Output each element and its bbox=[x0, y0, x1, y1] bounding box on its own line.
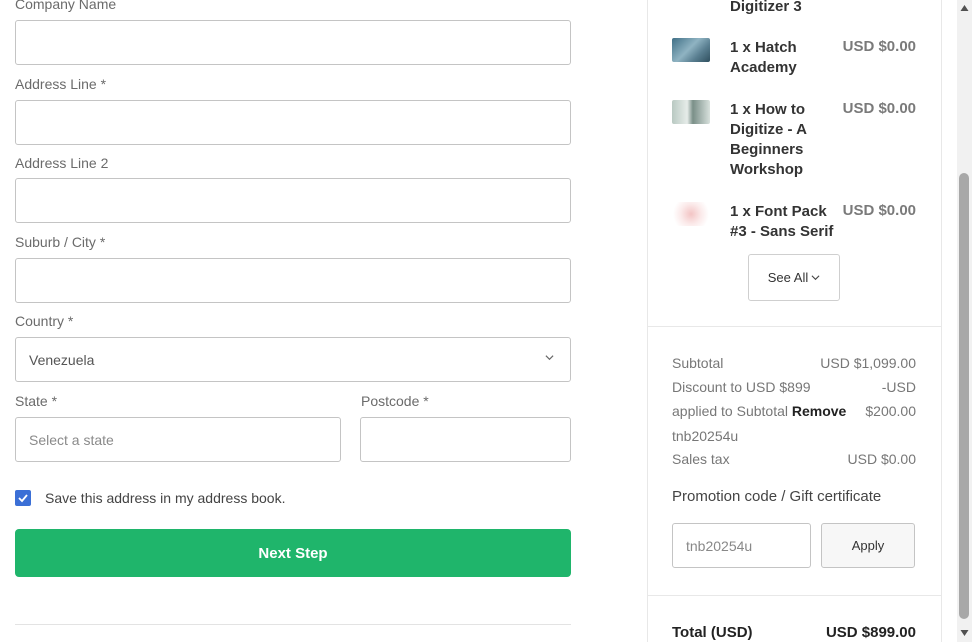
discount-code: tnb20254u bbox=[672, 428, 739, 444]
see-all-button[interactable]: See All bbox=[748, 254, 840, 301]
order-item-name: Digitizer 3 bbox=[730, 0, 802, 15]
address-line-2-label: Address Line 2 bbox=[15, 155, 109, 171]
discount-amount: $200.00 bbox=[865, 403, 916, 419]
state-label: State * bbox=[15, 393, 58, 409]
promo-code-input[interactable]: tnb20254u bbox=[672, 523, 811, 568]
postcode-label: Postcode * bbox=[361, 393, 429, 409]
city-label: Suburb / City * bbox=[15, 234, 106, 250]
remove-discount-link[interactable]: Remove bbox=[792, 403, 846, 419]
subtotal-label: Subtotal bbox=[672, 355, 724, 371]
scrollbar-thumb[interactable] bbox=[959, 173, 969, 619]
company-name-input[interactable] bbox=[15, 20, 571, 65]
save-address-label: Save this address in my address book. bbox=[45, 490, 286, 506]
subtotal-value: USD $1,099.00 bbox=[820, 355, 916, 371]
country-label: Country * bbox=[15, 313, 74, 329]
chevron-down-icon bbox=[545, 355, 554, 361]
total-value: USD $899.00 bbox=[825, 624, 916, 641]
discount-value: -USD bbox=[881, 379, 916, 395]
city-input[interactable] bbox=[15, 258, 571, 303]
sales-tax-value: USD $0.00 bbox=[847, 451, 916, 467]
sales-tax-label: Sales tax bbox=[672, 451, 730, 467]
address-line-input[interactable] bbox=[15, 100, 571, 145]
order-item-name: 1 x How to Digitize - A Beginners Worksh… bbox=[730, 101, 807, 178]
address-line-2-input[interactable] bbox=[15, 178, 571, 223]
divider bbox=[15, 624, 571, 625]
scroll-up-arrow-icon[interactable] bbox=[960, 4, 969, 12]
order-item-price: USD $0.00 bbox=[842, 38, 916, 55]
promo-code-value: tnb20254u bbox=[686, 537, 753, 554]
divider bbox=[647, 595, 942, 596]
item-thumbnail bbox=[672, 100, 710, 124]
promo-code-title: Promotion code / Gift certificate bbox=[672, 488, 882, 505]
see-all-label: See All bbox=[767, 270, 809, 285]
item-thumbnail bbox=[672, 202, 710, 226]
discount-label: Discount to USD $899 bbox=[672, 379, 811, 395]
company-name-label: Company Name bbox=[15, 0, 117, 12]
chevron-down-icon bbox=[811, 275, 820, 281]
scroll-down-arrow-icon[interactable] bbox=[960, 629, 969, 637]
order-item-name: 1 x Hatch Academy bbox=[730, 39, 797, 76]
postcode-input[interactable] bbox=[360, 417, 571, 462]
order-item-price: USD $0.00 bbox=[842, 202, 916, 219]
next-step-button[interactable]: Next Step bbox=[15, 529, 571, 577]
address-line-label: Address Line * bbox=[15, 76, 107, 92]
discount-applied-label: applied to Subtotal Remove bbox=[672, 403, 846, 419]
save-address-checkbox[interactable] bbox=[15, 490, 31, 506]
order-item-price: USD $0.00 bbox=[842, 100, 916, 117]
country-select[interactable]: Venezuela bbox=[15, 337, 571, 382]
discount-applied-text: applied to Subtotal bbox=[672, 403, 788, 419]
total-label: Total (USD) bbox=[672, 624, 753, 641]
checkmark-icon bbox=[18, 494, 28, 503]
country-select-value: Venezuela bbox=[29, 351, 95, 368]
state-placeholder: Select a state bbox=[29, 431, 114, 448]
order-item-name: 1 x Font Pack #3 - Sans Serif bbox=[730, 203, 834, 240]
divider bbox=[647, 326, 942, 327]
apply-button[interactable]: Apply bbox=[821, 523, 915, 568]
state-select[interactable]: Select a state bbox=[15, 417, 341, 462]
item-thumbnail bbox=[672, 38, 710, 62]
